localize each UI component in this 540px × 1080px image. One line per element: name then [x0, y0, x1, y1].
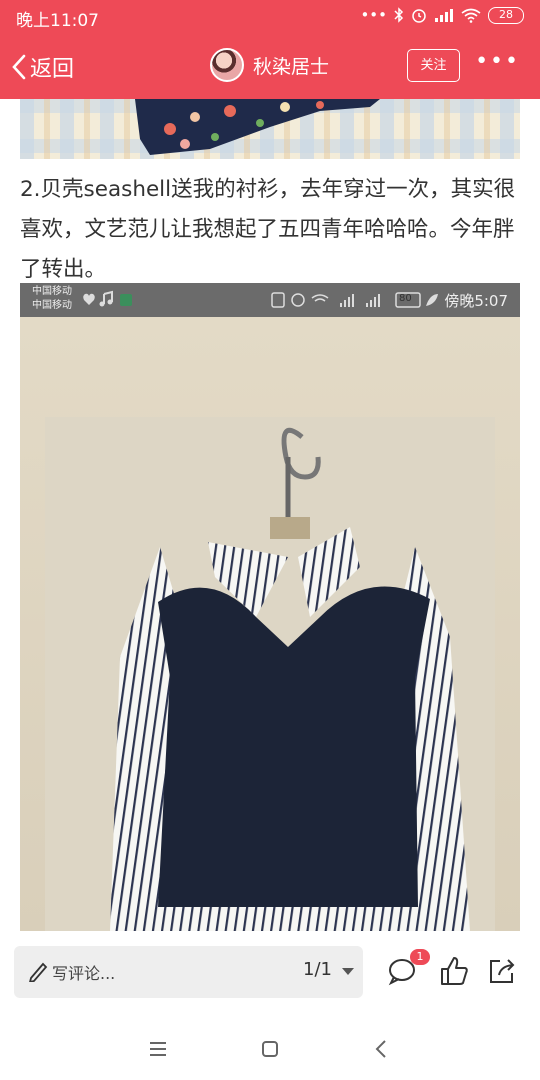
comment-count-badge: 1 — [410, 949, 430, 965]
page-dropdown-icon[interactable] — [342, 968, 354, 975]
comment-placeholder: 写评论... — [52, 964, 116, 983]
signal-icon — [435, 9, 453, 22]
status-time: 晚上11:07 — [16, 11, 99, 31]
author-info[interactable]: 秋染居士 — [210, 48, 329, 82]
wifi-icon — [461, 8, 481, 23]
embedded-status-bar: 中国移动 中国移动 80 傍晚5:07 — [20, 283, 520, 317]
home-icon[interactable] — [256, 1035, 284, 1063]
alarm-icon — [412, 9, 426, 23]
follow-button[interactable]: 关注 — [407, 49, 460, 82]
battery-indicator: 28 — [488, 6, 524, 24]
carrier-line-2: 中国移动 — [32, 300, 72, 311]
floral-fabric-image — [20, 99, 520, 159]
comment-input[interactable]: 写评论... 1/1 — [14, 946, 363, 998]
chevron-left-icon — [12, 54, 26, 80]
system-navigation — [0, 1019, 540, 1080]
more-dots-icon: ••• — [360, 6, 387, 24]
post-photo[interactable]: 中国移动 中国移动 80 傍晚5:07 — [20, 283, 520, 931]
previous-post-image[interactable] — [20, 99, 520, 159]
author-name: 秋染居士 — [253, 55, 330, 78]
embedded-time: 傍晚5:07 — [444, 292, 508, 310]
back-button[interactable]: 返回 — [10, 51, 74, 83]
embedded-status-icons — [83, 290, 132, 307]
back-nav-icon[interactable] — [368, 1035, 396, 1063]
more-options-icon[interactable]: ••• — [475, 49, 520, 74]
back-label: 返回 — [30, 57, 75, 82]
nav-bar: 返回 秋染居士 关注 ••• — [0, 33, 540, 99]
embedded-carrier: 中国移动 中国移动 — [32, 285, 72, 313]
carrier-line-1: 中国移动 — [32, 286, 72, 297]
post-paragraph: 2.贝壳seashell送我的衬衫，去年穿过一次，其实很喜欢，文艺范儿让我想起了… — [20, 177, 516, 282]
menu-icon[interactable] — [144, 1035, 172, 1063]
status-icons: ••• 28 — [360, 6, 524, 24]
share-icon[interactable] — [486, 955, 518, 987]
bottom-toolbar: 写评论... 1/1 1 — [0, 931, 540, 1019]
avatar[interactable] — [210, 48, 244, 82]
status-bar: 晚上11:07 ••• 28 — [0, 0, 540, 33]
embedded-battery: 80 — [399, 293, 412, 304]
embedded-right-icons — [271, 292, 438, 308]
like-icon[interactable] — [438, 955, 470, 987]
pen-icon — [29, 962, 48, 982]
shirt-photo-image — [20, 317, 520, 931]
page-indicator: 1/1 — [303, 959, 332, 980]
bluetooth-icon — [394, 7, 404, 23]
